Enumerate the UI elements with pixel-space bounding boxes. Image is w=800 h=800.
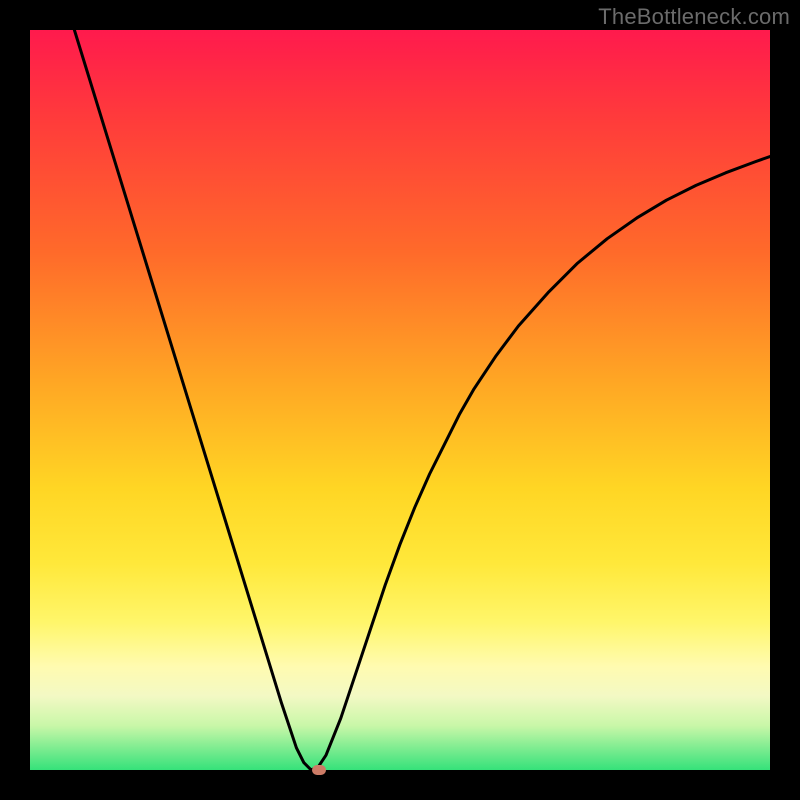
- chart-stage: TheBottleneck.com: [0, 0, 800, 800]
- attribution-label: TheBottleneck.com: [598, 4, 790, 30]
- curve-svg: [30, 30, 770, 770]
- bottleneck-curve: [74, 30, 770, 770]
- plot-area: [30, 30, 770, 770]
- minimum-marker: [312, 765, 326, 775]
